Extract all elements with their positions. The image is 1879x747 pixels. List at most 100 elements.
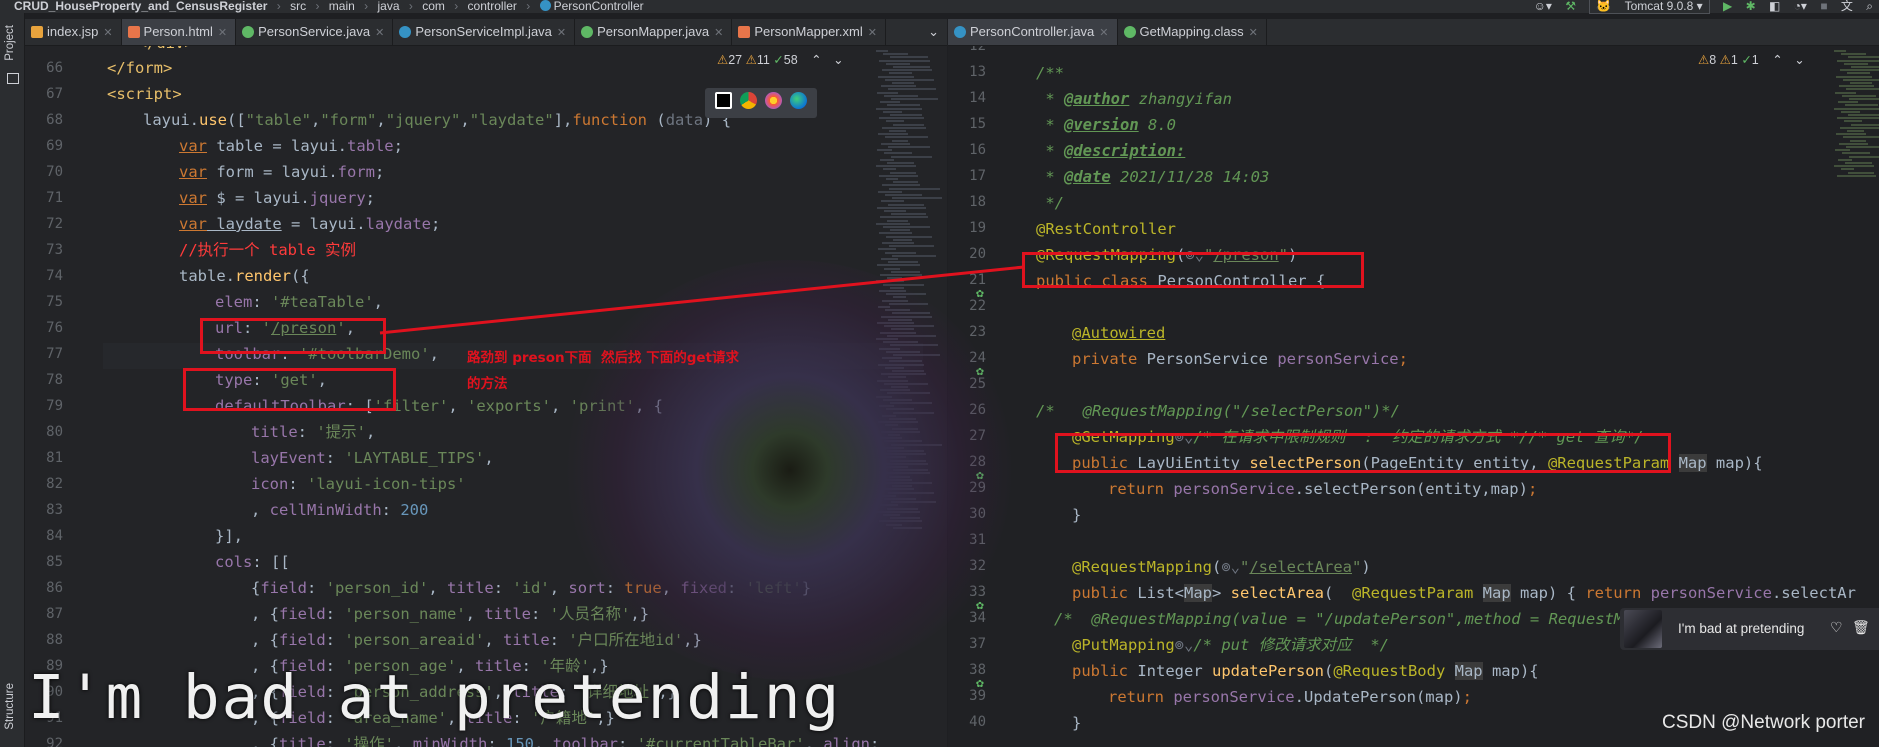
translate-icon[interactable]: 文 (1841, 0, 1853, 13)
chevron-down-icon[interactable]: ⌄ (833, 53, 843, 67)
firefox-icon[interactable] (765, 92, 782, 109)
line-number: 78 (46, 372, 63, 388)
close-icon[interactable]: ✕ (1099, 27, 1108, 39)
code-line: , {title: '操作', minWidth: 150, toolbar: … (251, 735, 889, 747)
tab-person-mapper-java[interactable]: PersonMapper.java ✕ (575, 19, 733, 45)
code-line: , {field: 'person_name', title: '人员名称',} (251, 605, 650, 623)
song-title: I'm bad at pretending (1678, 621, 1805, 636)
minimap-line (886, 466, 908, 468)
breadcrumb-item-java[interactable]: java (377, 0, 399, 13)
code-line: public Integer updatePerson(@RequestBody… (1072, 662, 1539, 680)
chevron-down-icon[interactable]: ⌄ (928, 19, 939, 45)
minimap-line (878, 133, 908, 136)
debug-icon[interactable]: ✱ (1746, 0, 1756, 13)
breadcrumb-item-src[interactable]: src (290, 0, 306, 13)
line-number: 13 (969, 64, 986, 80)
breadcrumb-item-controller[interactable]: controller (468, 0, 517, 13)
minimap-line (881, 85, 916, 88)
close-icon[interactable]: ✕ (557, 27, 566, 39)
left-minimap[interactable] (870, 46, 942, 747)
line-number: 23 (969, 324, 986, 340)
html-file-icon (127, 26, 140, 38)
weak-warning-icon: ⚠ (1719, 53, 1731, 67)
project-tool-button[interactable]: Project (4, 25, 16, 61)
structure-tool-label: Structure (4, 683, 16, 730)
edge-icon[interactable] (790, 92, 807, 109)
stop-icon[interactable]: ■ (1820, 0, 1827, 13)
minimap-line (1848, 171, 1874, 174)
minimap-line (887, 450, 924, 452)
spring-web-icon[interactable]: ✿ (976, 468, 984, 483)
minimap-line (892, 254, 936, 257)
minimap-line (1847, 130, 1864, 132)
minimap-line (1850, 139, 1866, 142)
code-line: * @description: (1036, 142, 1186, 160)
chevron-up-icon[interactable]: ⌃ (811, 53, 821, 67)
chrome-icon[interactable] (740, 92, 757, 109)
chevron-down-icon[interactable]: ⌄ (1794, 53, 1804, 67)
search-icon[interactable]: ⌕ (1866, 0, 1873, 13)
breadcrumb-item-main[interactable]: main (329, 0, 355, 13)
line-number: 16 (969, 142, 986, 158)
close-icon[interactable]: ✕ (103, 27, 112, 39)
tab-person-service-impl[interactable]: PersonServiceImpl.java ✕ (393, 19, 576, 45)
intellij-browser-icon[interactable] (715, 92, 732, 109)
trash-icon[interactable]: 🗑 (1852, 619, 1870, 636)
spring-web-icon[interactable]: ✿ (976, 676, 984, 691)
minimap-line (880, 446, 904, 449)
line-number: 14 (969, 90, 986, 106)
spring-bean-icon[interactable]: ✿ (976, 286, 984, 301)
music-player[interactable]: I'm bad at pretending ♡ 🗑 (1620, 608, 1879, 650)
breadcrumb-project[interactable]: CRUD_HouseProperty_and_CensusRegister (14, 0, 267, 13)
chevron-up-icon[interactable]: ⌃ (1772, 53, 1782, 67)
minimap-line (879, 59, 930, 62)
minimap-line (884, 94, 918, 97)
annotation-icon (1123, 26, 1136, 38)
minimap-line (1837, 59, 1879, 62)
line-number: 73 (46, 242, 63, 258)
minimap-line (880, 274, 922, 276)
code-line: layEvent: 'LAYTABLE_TIPS', (251, 449, 494, 467)
line-number: 85 (46, 554, 63, 570)
minimap-line (1851, 123, 1879, 126)
right-inspection-widget[interactable]: ⚠8 ⚠1 ✓1 ⌃ ⌄ (1698, 52, 1805, 67)
run-icon[interactable]: ▶ (1723, 0, 1732, 13)
line-number: 74 (46, 268, 63, 284)
spring-bean-icon[interactable]: ✿ (976, 364, 984, 379)
breadcrumb-current[interactable]: PersonController (539, 0, 650, 13)
build-hammer-icon[interactable]: ⚒ (1565, 0, 1576, 13)
minimap-line (882, 299, 908, 302)
coverage-icon[interactable]: ◧ (1769, 0, 1780, 13)
tab-label: index.jsp (47, 24, 99, 39)
breadcrumb-item-com[interactable]: com (422, 0, 445, 13)
tab-person-html[interactable]: Person.html ✕ (121, 19, 237, 45)
minimap-line (883, 226, 930, 228)
close-icon[interactable]: ✕ (1249, 27, 1258, 39)
code-line: //执行一个 table 实例 (179, 241, 356, 259)
close-icon[interactable]: ✕ (375, 27, 384, 39)
annotation-line-1: 路劲到 preson下面 然后找 下面的get请求 (467, 350, 739, 366)
run-config-select[interactable]: 🐱 Tomcat 9.0.8 ▾ (1589, 0, 1710, 14)
line-number: 65 (25, 46, 63, 50)
close-icon[interactable]: ✕ (714, 27, 723, 39)
close-icon[interactable]: ✕ (218, 27, 227, 39)
line-number: 68 (46, 112, 63, 128)
tab-person-service[interactable]: PersonService.java ✕ (236, 19, 394, 45)
warning-count: 27 (728, 53, 743, 67)
minimap-line (890, 171, 916, 174)
user-icon[interactable]: ☺▾ (1534, 0, 1552, 13)
minimap-line (888, 261, 918, 264)
spring-web-icon[interactable]: ✿ (976, 598, 984, 613)
minimap-line (880, 158, 894, 161)
line-number: 32 (969, 558, 986, 574)
left-inspection-widget[interactable]: ⚠27 ⚠11 ✓58 ⌃ ⌄ (717, 52, 844, 67)
heart-icon[interactable]: ♡ (1830, 619, 1843, 636)
tab-person-mapper-xml[interactable]: PersonMapper.xml ✕ (732, 19, 886, 45)
tab-getmapping-class[interactable]: GetMapping.class ✕ (1118, 19, 1267, 45)
minimap-line (886, 350, 920, 353)
tab-index-jsp[interactable]: index.jsp ✕ (25, 19, 122, 45)
profile-icon[interactable]: ◔▾ (1794, 0, 1807, 13)
structure-tool-button[interactable]: Structure (4, 683, 16, 730)
close-icon[interactable]: ✕ (868, 27, 877, 39)
tab-person-controller[interactable]: PersonController.java ✕ (948, 19, 1118, 45)
